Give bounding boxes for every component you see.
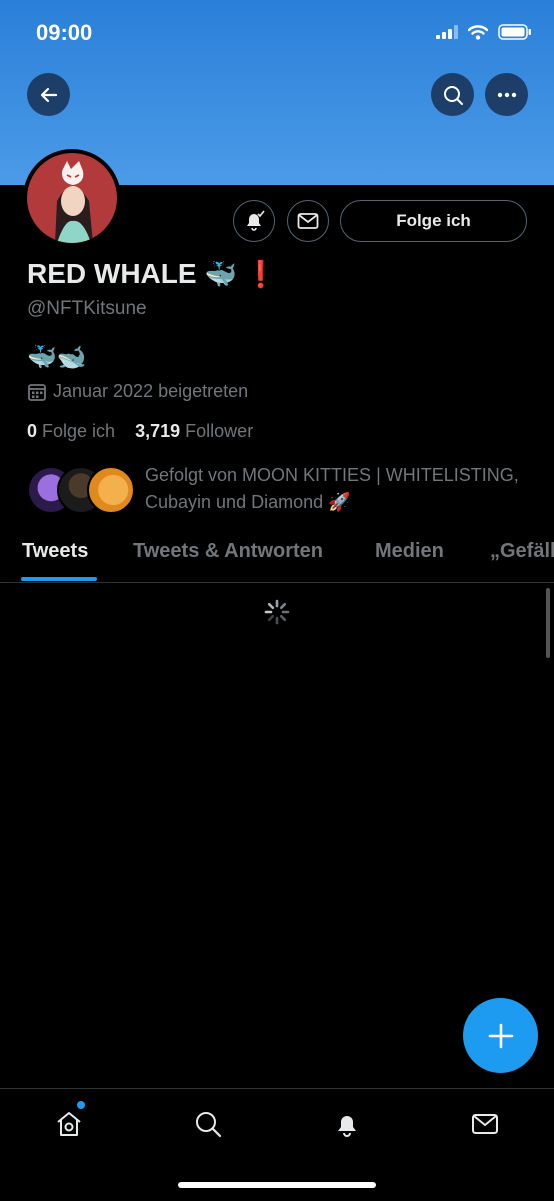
tab-media[interactable]: Medien bbox=[375, 540, 444, 563]
nav-home[interactable] bbox=[49, 1104, 89, 1144]
joined-date: Januar 2022 beigetreten bbox=[27, 381, 248, 402]
home-unread-dot bbox=[77, 1101, 85, 1109]
profile-name-text: RED WHALE bbox=[27, 258, 197, 289]
notifications-toggle-button[interactable] bbox=[233, 200, 275, 242]
status-icons bbox=[436, 24, 532, 40]
nav-search[interactable] bbox=[188, 1104, 228, 1144]
profile-avatar[interactable] bbox=[23, 149, 121, 247]
wifi-icon bbox=[468, 24, 488, 40]
more-icon bbox=[497, 92, 516, 97]
calendar-icon bbox=[28, 383, 46, 401]
bio-emojis: 🐳🐋 bbox=[27, 344, 87, 371]
more-button[interactable] bbox=[485, 73, 528, 116]
tab-likes[interactable]: „Gefällt mir“ bbox=[490, 540, 554, 563]
following-link[interactable]: 0 Folge ich bbox=[27, 421, 120, 441]
joined-text: Januar 2022 beigetreten bbox=[53, 381, 249, 401]
search-icon bbox=[443, 85, 463, 105]
scrollbar[interactable] bbox=[546, 588, 550, 658]
followers-link[interactable]: 3,719 Follower bbox=[135, 421, 253, 441]
following-count: 0 bbox=[27, 421, 38, 441]
nav-notifications[interactable] bbox=[327, 1104, 367, 1144]
arrow-left-icon bbox=[40, 87, 57, 102]
follow-counts: 0 Folge ich 3,719 Follower bbox=[27, 421, 253, 442]
profile-name: RED WHALE 🐳 ❗ bbox=[27, 258, 277, 290]
following-button[interactable]: Folge ich bbox=[340, 200, 527, 242]
back-button[interactable] bbox=[27, 73, 70, 116]
tab-tweets-and-replies[interactable]: Tweets & Antworten bbox=[133, 540, 323, 563]
loading-spinner-icon bbox=[264, 599, 290, 625]
active-tab-indicator bbox=[21, 577, 97, 581]
signal-icon bbox=[436, 25, 458, 39]
search-icon bbox=[196, 1112, 222, 1138]
plus-icon bbox=[488, 1023, 513, 1048]
followed-by-text: Gefolgt von MOON KITTIES | WHITELISTING,… bbox=[145, 465, 519, 512]
followed-by-avatars bbox=[27, 462, 137, 514]
message-button[interactable] bbox=[287, 200, 329, 242]
name-whale-emoji: 🐳 bbox=[204, 258, 237, 289]
search-button[interactable] bbox=[431, 73, 474, 116]
bell-icon bbox=[338, 1116, 356, 1137]
followers-label: Follower bbox=[185, 421, 254, 441]
avatar-image bbox=[27, 153, 117, 243]
compose-tweet-button[interactable] bbox=[463, 998, 538, 1073]
profile-handle: @NFTKitsune bbox=[27, 298, 147, 319]
follower-avatar bbox=[87, 466, 135, 514]
home-indicator[interactable] bbox=[178, 1182, 376, 1188]
envelope-icon bbox=[297, 213, 319, 229]
home-icon bbox=[57, 1112, 81, 1136]
followed-by[interactable]: Gefolgt von MOON KITTIES | WHITELISTING,… bbox=[27, 462, 525, 516]
profile-tabs: Tweets Tweets & Antworten Medien „Gefäll… bbox=[0, 532, 554, 583]
nav-messages[interactable] bbox=[465, 1104, 505, 1144]
status-time: 09:00 bbox=[36, 20, 93, 45]
profile-bio: 🐳🐋 bbox=[27, 343, 87, 372]
name-exclamation-emoji: ❗ bbox=[244, 258, 278, 289]
tab-tweets[interactable]: Tweets bbox=[22, 540, 88, 563]
followers-count: 3,719 bbox=[135, 421, 181, 441]
bell-check-icon bbox=[247, 210, 265, 231]
battery-icon bbox=[498, 24, 531, 40]
following-button-label: Folge ich bbox=[396, 211, 471, 230]
following-label: Folge ich bbox=[42, 421, 116, 441]
envelope-icon bbox=[472, 1114, 498, 1134]
